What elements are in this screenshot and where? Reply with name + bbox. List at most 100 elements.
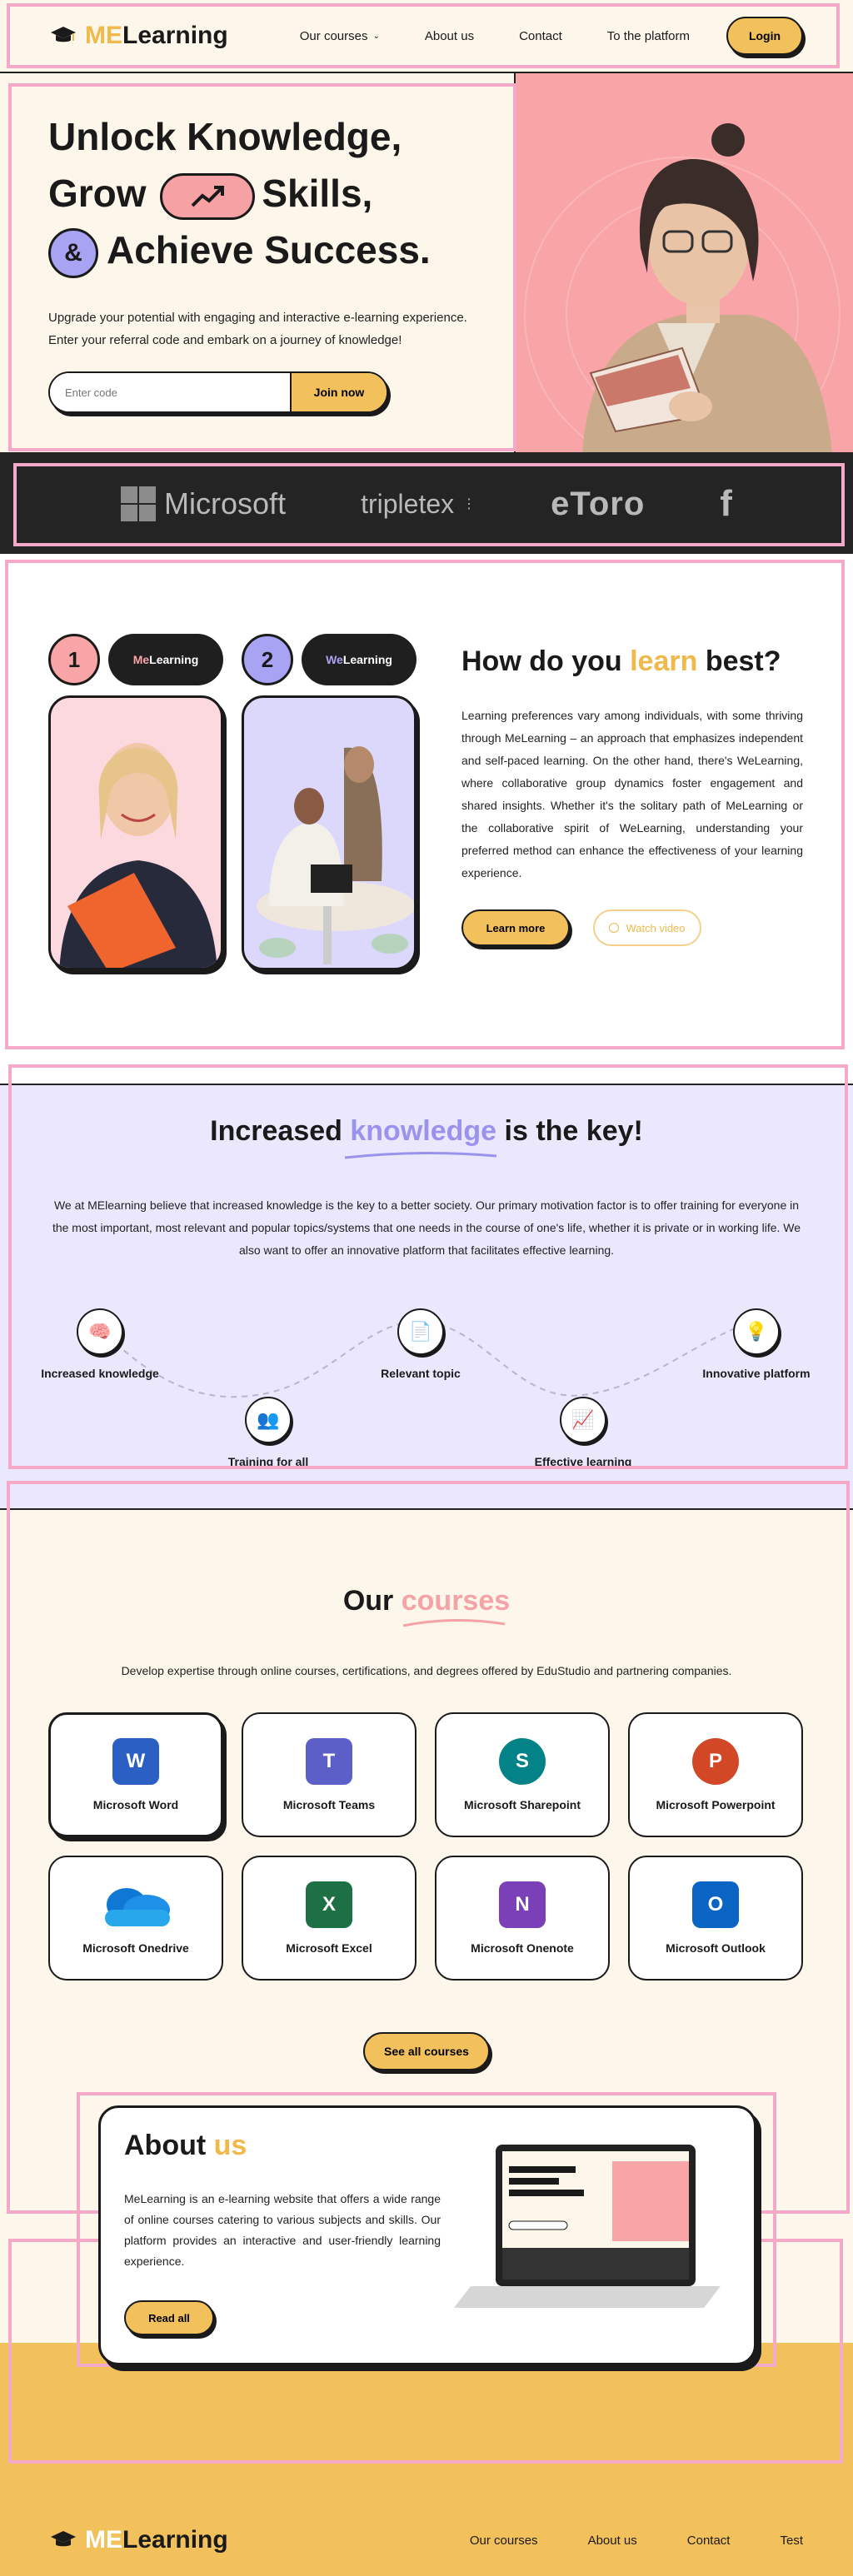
partner-tripletex-label: tripletex [361, 488, 455, 519]
referral-code-input[interactable] [50, 373, 290, 411]
learn-title: How do you learn best? [461, 645, 803, 678]
course-onenote[interactable]: N Microsoft Onenote [435, 1856, 610, 1981]
brain-icon: 🧠 [77, 1308, 123, 1355]
knowledge-body: We at MElearning believe that increased … [52, 1198, 801, 1257]
footer-contact[interactable]: Contact [687, 2534, 731, 2548]
courses-title-a: Our [342, 1585, 394, 1617]
courses-underline [402, 1618, 506, 1627]
knowledge-title: Increased knowledge is the key! [0, 1115, 853, 1148]
hero-line-2: Grow Skills, [48, 165, 514, 222]
footer-logo-me: ME [85, 2526, 122, 2554]
login-button[interactable]: Login [726, 17, 803, 55]
hero-grow: Grow [48, 172, 147, 215]
watch-video-button[interactable]: Watch video [593, 909, 701, 946]
title-underline [344, 1151, 497, 1159]
learn-section: 1 Me Learning 2 We Learning How do you l… [0, 554, 853, 1085]
footer: MELearning Our courses About us Contact … [0, 2343, 853, 2576]
logo-me: ME [85, 22, 122, 49]
dots-icon: ⋮ [462, 497, 476, 511]
partner-microsoft-label: Microsoft [164, 486, 287, 521]
partner-microsoft: Microsoft [121, 486, 286, 521]
course-outlook[interactable]: O Microsoft Outlook [628, 1856, 803, 1981]
people-icon: 👥 [245, 1397, 292, 1443]
welearning-tag[interactable]: We Learning [302, 634, 417, 685]
melearning-tag[interactable]: Me Learning [108, 634, 223, 685]
step-label: Training for all [227, 1455, 309, 1468]
melearning-tag-me: Me [132, 653, 150, 666]
chevron-down-icon: ⌄ [372, 31, 380, 41]
footer-test[interactable]: Test [780, 2534, 803, 2548]
hero-image [516, 73, 853, 452]
hero-subtitle-2: Enter your referral code and embark on a… [48, 333, 402, 347]
course-label: Microsoft Powerpoint [656, 1798, 776, 1811]
step-label: Effective learning [534, 1455, 632, 1468]
knowledge-steps: 🧠 Increased knowledge 👥 Training for all 📄… [0, 1287, 853, 1495]
learn-more-button[interactable]: Learn more [461, 909, 570, 946]
course-onedrive[interactable]: Microsoft Onedrive [48, 1856, 223, 1981]
hero-subtitle-1: Upgrade your potential with engaging and… [48, 311, 467, 325]
partner-f-label: f [720, 483, 732, 524]
welearning-photo [242, 695, 417, 970]
footer-about-us[interactable]: About us [588, 2534, 637, 2548]
knowledge-title-b: is the key! [504, 1115, 643, 1147]
footer-logo[interactable]: MELearning [50, 2526, 228, 2554]
nav-platform[interactable]: To the platform [607, 29, 690, 43]
hero-title: Unlock Knowledge, Grow Skills, & Achieve … [48, 108, 514, 278]
course-powerpoint[interactable]: P Microsoft Powerpoint [628, 1712, 803, 1837]
courses-title-highlight: courses [401, 1585, 511, 1617]
play-circle-icon [609, 923, 620, 933]
step-label: Innovative platform [702, 1367, 811, 1380]
trending-up-icon [160, 172, 256, 220]
melearning-card: 1 Me Learning [48, 634, 223, 970]
courses-grid: W Microsoft Word T Microsoft Teams S Micros… [48, 1712, 853, 1981]
microsoft-logo-icon [121, 486, 157, 521]
course-teams[interactable]: T Microsoft Teams [242, 1712, 417, 1837]
knowledge-section: Increased knowledge is the key! We at ME… [0, 1085, 853, 1510]
step-innovative-platform: 💡 Innovative platform [673, 1308, 840, 1380]
course-label: Microsoft Onedrive [82, 1941, 189, 1955]
course-label: Microsoft Word [92, 1798, 179, 1811]
onedrive-icon [105, 1888, 170, 1926]
nav-our-courses-label: Our courses [299, 28, 368, 43]
chart-icon: 📈 [560, 1397, 606, 1443]
about-title-a: About [124, 2130, 207, 2161]
ampersand-badge: & [48, 227, 98, 278]
document-icon: 📄 [397, 1308, 444, 1355]
about-body: MeLearning is an e-learning website that… [124, 2192, 441, 2268]
nav-about-us[interactable]: About us [425, 29, 474, 43]
laptop-illustration [454, 2145, 721, 2308]
course-label: Microsoft Outlook [666, 1941, 766, 1955]
hero-subtitle: Upgrade your potential with engaging and… [48, 306, 514, 351]
partner-logos: Microsoft tripletex ⋮ eToro f [0, 454, 853, 554]
referral-form: Join now [48, 371, 388, 413]
step-label: Relevant topic [381, 1367, 461, 1380]
partner-f: f [720, 483, 732, 525]
step-relevant-topic: 📄 Relevant topic [337, 1308, 504, 1380]
course-label: Microsoft Teams [282, 1798, 376, 1811]
footer-links: Our courses About us Contact Test [470, 2534, 803, 2548]
see-all-courses-button[interactable]: See all courses [363, 2032, 490, 2070]
step-training-for-all: 👥 Training for all [185, 1397, 352, 1468]
step-number-2: 2 [242, 634, 293, 685]
lightbulb-icon: 💡 [733, 1308, 780, 1355]
learn-title-a: How do you [461, 645, 622, 677]
course-label: Microsoft Sharepoint [463, 1798, 581, 1811]
course-excel[interactable]: X Microsoft Excel [242, 1856, 417, 1981]
logo[interactable]: MELearning [50, 22, 228, 50]
sharepoint-icon: S [499, 1738, 546, 1785]
read-all-button[interactable]: Read all [124, 2300, 214, 2335]
step-number-1: 1 [48, 634, 100, 685]
partner-tripletex: tripletex ⋮ [361, 489, 476, 520]
hero-line-1: Unlock Knowledge, [48, 115, 402, 158]
course-sharepoint[interactable]: S Microsoft Sharepoint [435, 1712, 610, 1837]
learn-body: Learning preferences vary among individu… [461, 709, 803, 879]
course-word[interactable]: W Microsoft Word [48, 1712, 223, 1837]
courses-title: Our courses [0, 1585, 853, 1617]
knowledge-title-a: Increased [210, 1115, 342, 1147]
join-now-button[interactable]: Join now [290, 373, 387, 411]
hero-content: Unlock Knowledge, Grow Skills, & Achieve … [0, 73, 516, 452]
nav-our-courses[interactable]: Our courses ⌄ [300, 29, 380, 43]
nav-contact[interactable]: Contact [519, 29, 562, 43]
top-navbar: MELearning Our courses ⌄ About us Contact… [0, 0, 853, 73]
footer-our-courses[interactable]: Our courses [470, 2534, 538, 2548]
